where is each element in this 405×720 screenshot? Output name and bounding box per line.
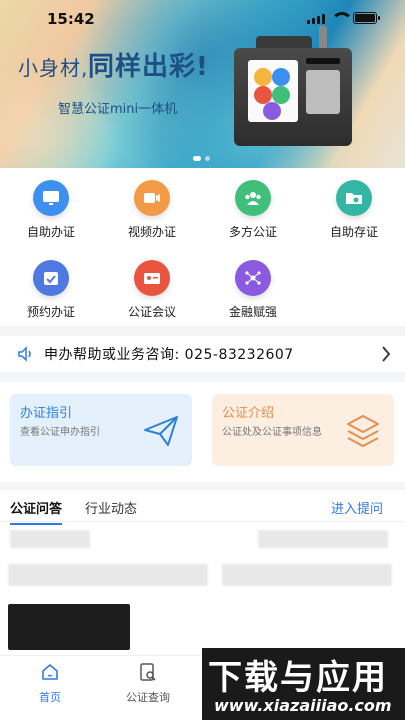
blurred-content: [222, 564, 392, 586]
wifi-icon: [331, 12, 353, 24]
ask-question-link[interactable]: 进入提问: [331, 498, 383, 517]
nav-home[interactable]: 首页: [10, 662, 90, 705]
intro-card[interactable]: 公证介绍 公证处及公证事项信息: [212, 394, 394, 466]
banner-slogan-part1: 小身材,: [18, 56, 89, 80]
status-time: 15:42: [47, 10, 95, 28]
banner-pagination: [193, 156, 210, 161]
service-finance[interactable]: 金融赋强: [208, 260, 298, 320]
watermark-title: 下载与应用: [208, 658, 388, 698]
tab-industry-news[interactable]: 行业动态: [85, 498, 137, 517]
nav-home-label: 首页: [39, 691, 61, 704]
signal-icon: [307, 14, 325, 24]
nav-notary-query-label: 公证查询: [126, 691, 170, 704]
banner-subtitle: 智慧公证mini一体机: [58, 102, 178, 117]
intro-card-desc: 公证处及公证事项信息: [222, 427, 322, 438]
banner-slogan-part2: 同样出彩!: [88, 52, 209, 82]
watermark-url: www.xiazaiiiao.com: [214, 696, 392, 715]
video-icon: [134, 180, 170, 216]
blurred-content: [258, 530, 388, 548]
service-multi-party[interactable]: 多方公证: [208, 180, 298, 240]
search-doc-icon: [140, 663, 156, 681]
tab-qa[interactable]: 公证问答: [10, 498, 63, 525]
id-card-icon: [134, 260, 170, 296]
status-icons: [307, 12, 380, 24]
qa-tabs: 公证问答 行业动态 进入提问: [0, 490, 405, 525]
service-self-deposit[interactable]: 自助存证: [309, 180, 399, 240]
kiosk-device-image: [226, 26, 376, 154]
paper-plane-icon: [144, 416, 178, 446]
service-label: 多方公证: [228, 225, 277, 239]
service-video[interactable]: 视频办证: [107, 180, 197, 240]
monitor-icon: [33, 180, 69, 216]
group-icon: [235, 180, 271, 216]
guide-card-desc: 查看公证申办指引: [20, 427, 100, 438]
chevron-right-icon: [382, 346, 391, 362]
service-label: 预约办证: [26, 305, 75, 319]
folder-cloud-icon: [336, 180, 372, 216]
blurred-content: [10, 530, 90, 548]
service-appointment[interactable]: 预约办证: [6, 260, 96, 320]
nav-notary-query[interactable]: 公证查询: [108, 662, 188, 705]
service-meeting[interactable]: 公证会议: [107, 260, 197, 320]
info-cards: 办证指引 查看公证申办指引 公证介绍 公证处及公证事项信息: [0, 382, 405, 482]
service-label: 自助办证: [26, 225, 75, 239]
hotline-bar[interactable]: 申办帮助或业务咨询: 025-83232607: [0, 336, 405, 372]
service-label: 自助存证: [329, 225, 378, 239]
calendar-check-icon: [33, 260, 69, 296]
video-thumbnail[interactable]: [8, 604, 130, 650]
hotline-text: 申办帮助或业务咨询: 025-83232607: [44, 347, 294, 363]
service-label: 公证会议: [127, 305, 176, 319]
blurred-content: [8, 564, 208, 586]
qa-section: 公证问答 行业动态 进入提问: [0, 490, 405, 655]
network-icon: [235, 260, 271, 296]
promo-banner[interactable]: 15:42 小身材, 同样出彩! 智慧公证mini一体机: [0, 0, 405, 168]
service-self-service[interactable]: 自助办证: [6, 180, 96, 240]
layers-icon: [347, 415, 379, 447]
battery-icon: [353, 12, 380, 24]
watermark: 下载与应用 www.xiazaiiiao.com: [202, 648, 405, 720]
speaker-icon: [18, 346, 31, 362]
guide-card[interactable]: 办证指引 查看公证申办指引: [10, 394, 192, 466]
service-label: 金融赋强: [228, 305, 277, 319]
home-icon: [42, 664, 58, 680]
service-label: 视频办证: [127, 225, 176, 239]
service-grid: 自助办证 视频办证 多方公证 自助存证 预约办证 公证会议 金融赋强: [0, 168, 405, 326]
